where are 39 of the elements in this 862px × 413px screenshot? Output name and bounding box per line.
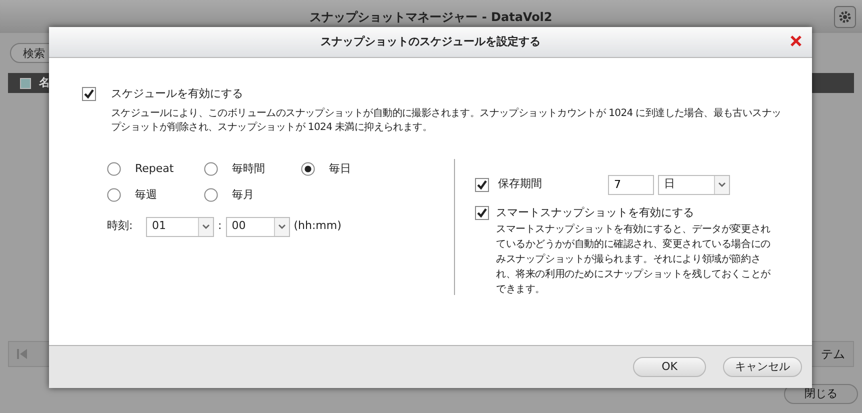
radio-label: 毎週 — [135, 187, 157, 203]
time-label: 時刻: — [107, 218, 134, 234]
minute-select[interactable]: 00 — [226, 216, 290, 236]
description-text: スマートスナップショットを有効にすると、データが変更されているかどうかが自動的に確認され、変更されている場合にのみスナップショットが撮られます。それにより領域が節約され、将来の利用のためにスナップショットを残しておくことができます。 — [496, 222, 772, 297]
checkbox-label: スケジュールを有効にする — [111, 86, 243, 102]
checkbox-label: 保存期間 — [498, 176, 543, 192]
ok-button[interactable]: OK — [633, 357, 706, 377]
window-title: スナップショットマネージャー - DataVol2 — [310, 8, 552, 26]
radio-label: 毎月 — [232, 187, 254, 203]
checkbox[interactable] — [82, 87, 96, 102]
description-text: スケジュールにより、このボリュームのスナップショットが自動的に撮影されます。スナップショットカウントが 1024 に到達した場合、最も古いスナップショットが削除され、スナップショットが 1024 未満に抑えられます。 — [111, 106, 782, 134]
settings-button[interactable] — [834, 6, 856, 28]
checkbox[interactable] — [475, 206, 489, 220]
dropdown-caret-icon[interactable] — [714, 176, 729, 194]
unit-select[interactable]: 日 — [658, 174, 730, 194]
select-all-checkbox[interactable] — [20, 78, 31, 88]
radio-label: 毎日 — [329, 160, 351, 176]
radio-button[interactable] — [204, 162, 218, 176]
checkbox-label: スマートスナップショットを有効にする — [496, 204, 694, 220]
time-format-hint: (hh:mm) — [294, 218, 342, 234]
radio-button[interactable] — [107, 188, 121, 202]
close-button[interactable]: 閉じる — [784, 384, 858, 404]
radio-label: 毎時間 — [232, 160, 265, 176]
column-header: 名 — [39, 74, 50, 91]
hour-select[interactable]: 01 — [146, 216, 214, 236]
gear-icon — [838, 10, 852, 24]
dialog-title: スナップショットのスケジュールを設定する — [320, 34, 540, 50]
time-separator: : — [218, 218, 222, 234]
retention-field[interactable]: 7 — [608, 174, 654, 194]
dropdown-caret-icon[interactable] — [198, 218, 213, 236]
checkbox[interactable] — [475, 178, 489, 192]
cancel-button[interactable]: キャンセル — [723, 357, 802, 377]
dropdown-caret-icon[interactable] — [274, 218, 289, 236]
radio-button[interactable] — [107, 162, 121, 176]
radio-button[interactable] — [204, 188, 218, 202]
item-count-label: テム — [821, 346, 845, 363]
radio-button[interactable] — [301, 162, 315, 176]
radio-label: Repeat — [135, 160, 174, 176]
close-icon[interactable] — [790, 35, 802, 47]
